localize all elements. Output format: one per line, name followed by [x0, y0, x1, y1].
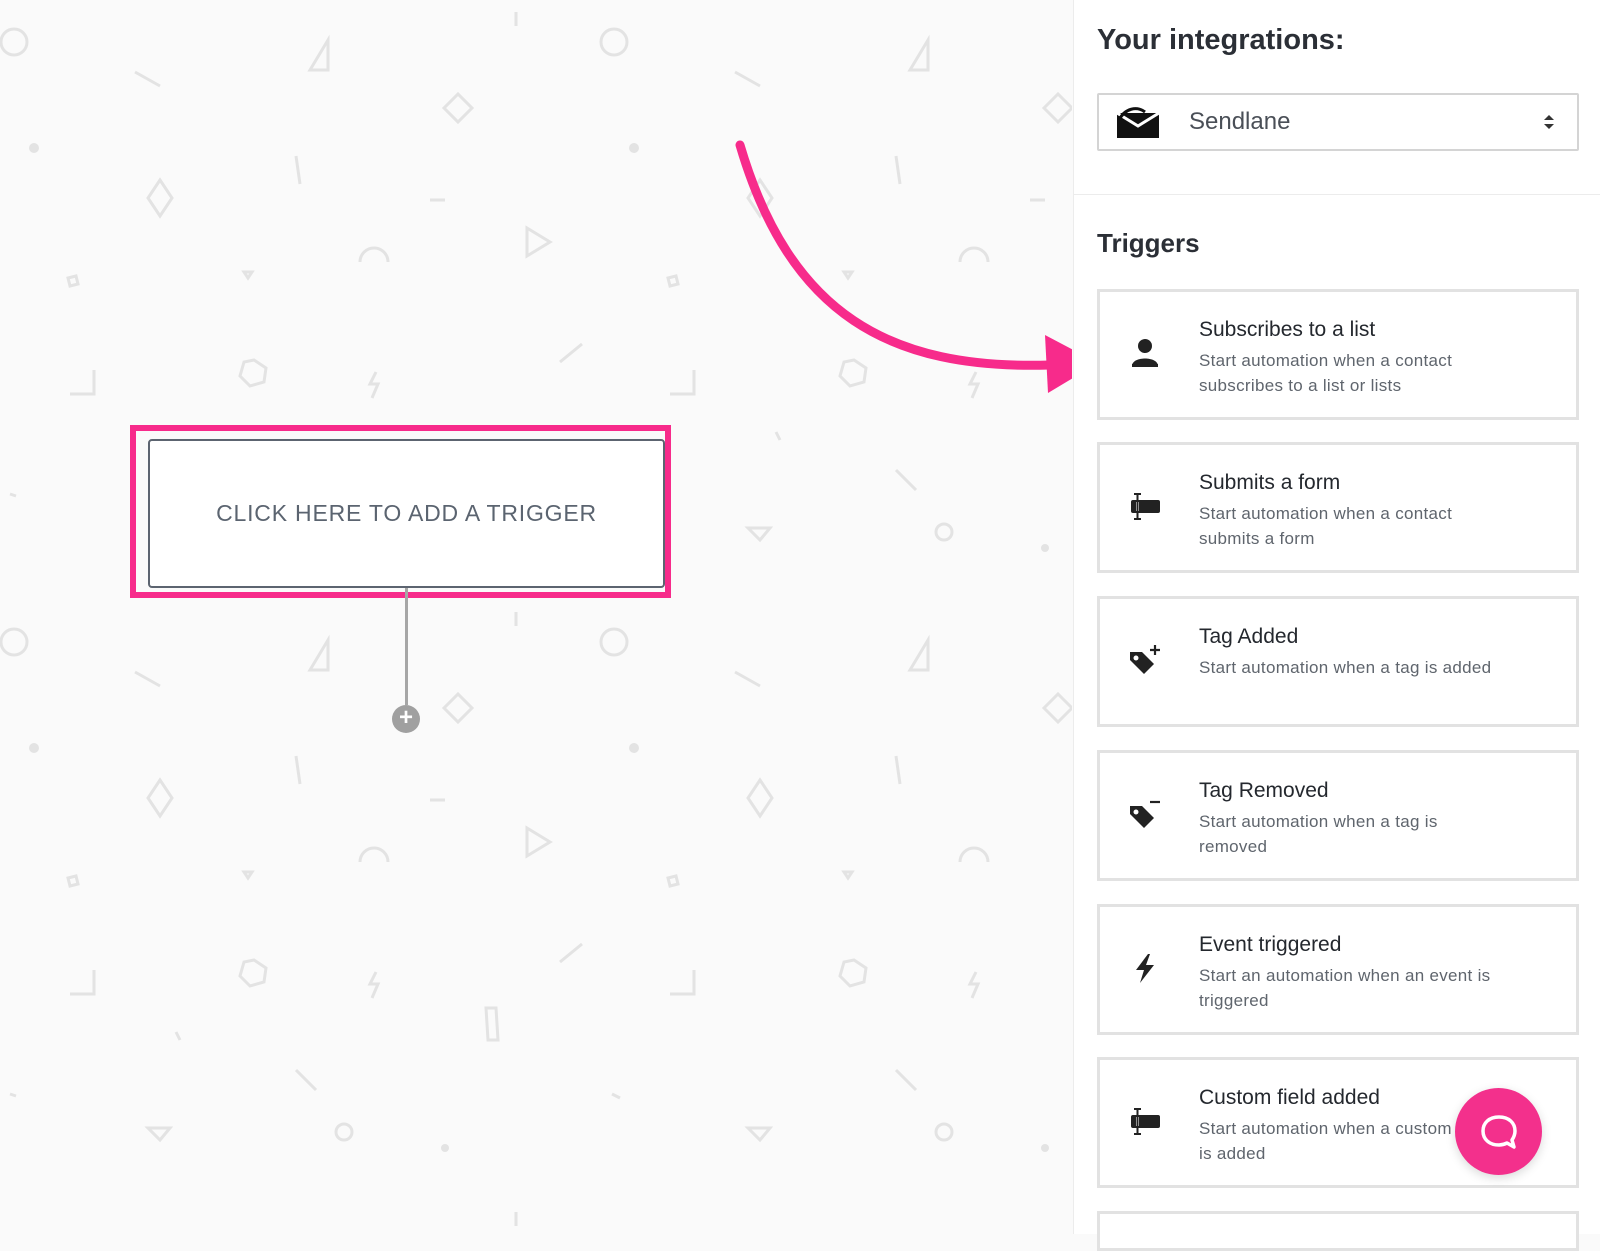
integrations-title: Your integrations: [1097, 24, 1345, 56]
trigger-card-title: Tag Removed [1199, 779, 1329, 802]
trigger-card-title: Submits a form [1199, 471, 1341, 494]
trigger-card-description: Start automation when a tag is removed [1199, 812, 1438, 856]
trigger-card-description: Start automation when a custom field is … [1199, 1119, 1490, 1163]
tag-remove-icon [1130, 800, 1160, 828]
trigger-card-description: Start automation when a tag is added [1199, 658, 1492, 677]
trigger-card-tag-added[interactable]: Tag Added Start automation when a tag is… [1097, 596, 1579, 727]
trigger-card-event-triggered[interactable]: Event triggered Start an automation when… [1097, 904, 1579, 1035]
trigger-card-tag-removed[interactable]: Tag Removed Start automation when a tag … [1097, 750, 1579, 881]
add-step-button[interactable]: + [392, 705, 420, 733]
sendlane-logo-icon [1116, 107, 1160, 138]
trigger-card-title: Custom field added [1199, 1086, 1380, 1109]
trigger-card-description: Start automation when a contact subscrib… [1199, 351, 1453, 395]
trigger-card-subscribes-to-list[interactable]: Subscribes to a list Start automation wh… [1097, 289, 1579, 420]
tag-add-icon [1130, 645, 1160, 674]
user-icon [1132, 339, 1158, 367]
trigger-card-title: Subscribes to a list [1199, 318, 1376, 341]
lightning-icon [1136, 954, 1154, 983]
add-trigger-label: CLICK HERE TO ADD A TRIGGER [216, 500, 597, 526]
callout-arrow [735, 140, 1072, 393]
trigger-card-description: Start an automation when an event is tri… [1199, 966, 1491, 1010]
chat-launcher-button[interactable] [1455, 1088, 1542, 1175]
flow-connector-line [405, 588, 408, 705]
form-field-icon [1131, 1108, 1160, 1135]
chat-bubble-icon [1480, 1114, 1517, 1149]
trigger-card-title: Tag Added [1199, 625, 1299, 648]
sidebar-divider [1074, 194, 1600, 195]
plus-icon: + [398, 704, 413, 731]
triggers-heading: Triggers [1097, 228, 1200, 258]
sort-caret-icon [1543, 114, 1555, 130]
form-field-icon [1131, 493, 1160, 520]
integration-select-value: Sendlane [1189, 108, 1291, 135]
trigger-card-submits-form[interactable]: Submits a form Start automation when a c… [1097, 442, 1579, 573]
trigger-card-description: Start automation when a contact submits … [1199, 504, 1453, 548]
trigger-card-partial[interactable] [1097, 1211, 1579, 1251]
trigger-card-title: Event triggered [1199, 933, 1342, 956]
automation-canvas: CLICK HERE TO ADD A TRIGGER + [0, 0, 1072, 1234]
integration-select[interactable]: Sendlane [1097, 93, 1579, 151]
integrations-sidebar: Your integrations: Sendlane Triggers Sub… [1073, 0, 1600, 1251]
add-trigger-button[interactable]: CLICK HERE TO ADD A TRIGGER [148, 439, 665, 588]
